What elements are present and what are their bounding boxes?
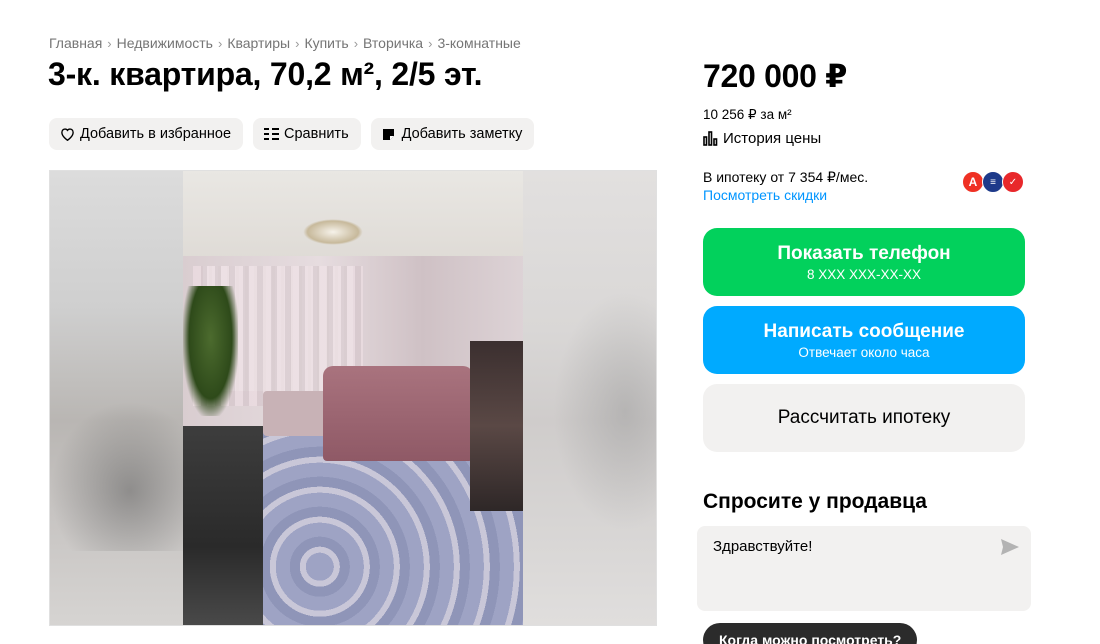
add-note-button[interactable]: Добавить заметку: [370, 118, 535, 150]
bank-icon: ≡: [982, 171, 1004, 193]
breadcrumb-separator: ›: [217, 36, 223, 51]
breadcrumb-buy[interactable]: Купить: [304, 35, 348, 51]
bank-icon: ✓: [1002, 171, 1024, 193]
show-phone-button[interactable]: Показать телефон 8 XXX XXX-XX-XX: [703, 228, 1025, 296]
mortgage-info: В ипотеку от 7 354 ₽/мес.: [703, 169, 869, 185]
bar-chart-icon: [703, 131, 718, 146]
write-message-button[interactable]: Написать сообщение Отвечает около часа: [703, 306, 1025, 374]
page-title: 3-к. квартира, 70,2 м², 2/5 эт.: [48, 56, 483, 92]
quick-question-chip[interactable]: Когда можно посмотреть?: [703, 623, 918, 644]
breadcrumb-real-estate[interactable]: Недвижимость: [117, 35, 213, 51]
compare-icon: [263, 126, 279, 142]
add-to-favorites-button[interactable]: Добавить в избранное: [49, 118, 244, 150]
alfa-bank-icon: A: [962, 171, 984, 193]
breadcrumb-apartments[interactable]: Квартиры: [227, 35, 290, 51]
ask-seller-box: [697, 526, 1031, 611]
gallery-blur-right: [523, 171, 656, 625]
breadcrumb-home[interactable]: Главная: [49, 35, 102, 51]
breadcrumb-separator: ›: [353, 36, 359, 51]
calculate-mortgage-label: Рассчитать ипотеку: [777, 407, 951, 428]
price-history-label: История цены: [723, 130, 822, 147]
ask-seller-input[interactable]: [713, 538, 983, 555]
gallery-blur-left: [50, 171, 183, 625]
breadcrumb-3-rooms[interactable]: 3-комнатные: [437, 35, 520, 51]
add-note-label: Добавить заметку: [401, 126, 523, 142]
photo-gallery[interactable]: [49, 170, 657, 626]
show-phone-label: Показать телефон: [777, 242, 951, 264]
main-photo[interactable]: [183, 171, 525, 625]
breadcrumb-separator: ›: [295, 36, 300, 51]
price-total: 720 000 ₽: [703, 58, 848, 94]
response-time: Отвечает около часа: [798, 344, 930, 360]
bank-logos: A ≡ ✓: [962, 171, 1026, 193]
compare-label: Сравнить: [284, 126, 349, 142]
breadcrumb-secondary[interactable]: Вторичка: [363, 35, 423, 51]
breadcrumb: Главная › Недвижимость › Квартиры › Купить › Вто…: [49, 35, 521, 51]
phone-mask: 8 XXX XXX-XX-XX: [806, 266, 922, 282]
write-message-label: Написать сообщение: [763, 320, 965, 342]
calculate-mortgage-button[interactable]: Рассчитать ипотеку: [703, 384, 1025, 452]
ask-seller-title: Спросите у продавца: [703, 490, 927, 513]
view-discounts-link[interactable]: Посмотреть скидки: [703, 187, 827, 203]
listing-actions: Добавить в избранное Сравнить Добавить з…: [49, 118, 535, 150]
note-icon: [381, 126, 397, 142]
send-icon[interactable]: [1001, 539, 1019, 555]
heart-icon: [59, 126, 75, 142]
add-to-favorites-label: Добавить в избранное: [80, 126, 232, 142]
breadcrumb-separator: ›: [428, 36, 433, 51]
compare-button[interactable]: Сравнить: [253, 118, 361, 150]
price-per-meter: 10 256 ₽ за м²: [703, 107, 792, 122]
breadcrumb-separator: ›: [107, 36, 112, 51]
price-history-link[interactable]: История цены: [703, 130, 821, 147]
